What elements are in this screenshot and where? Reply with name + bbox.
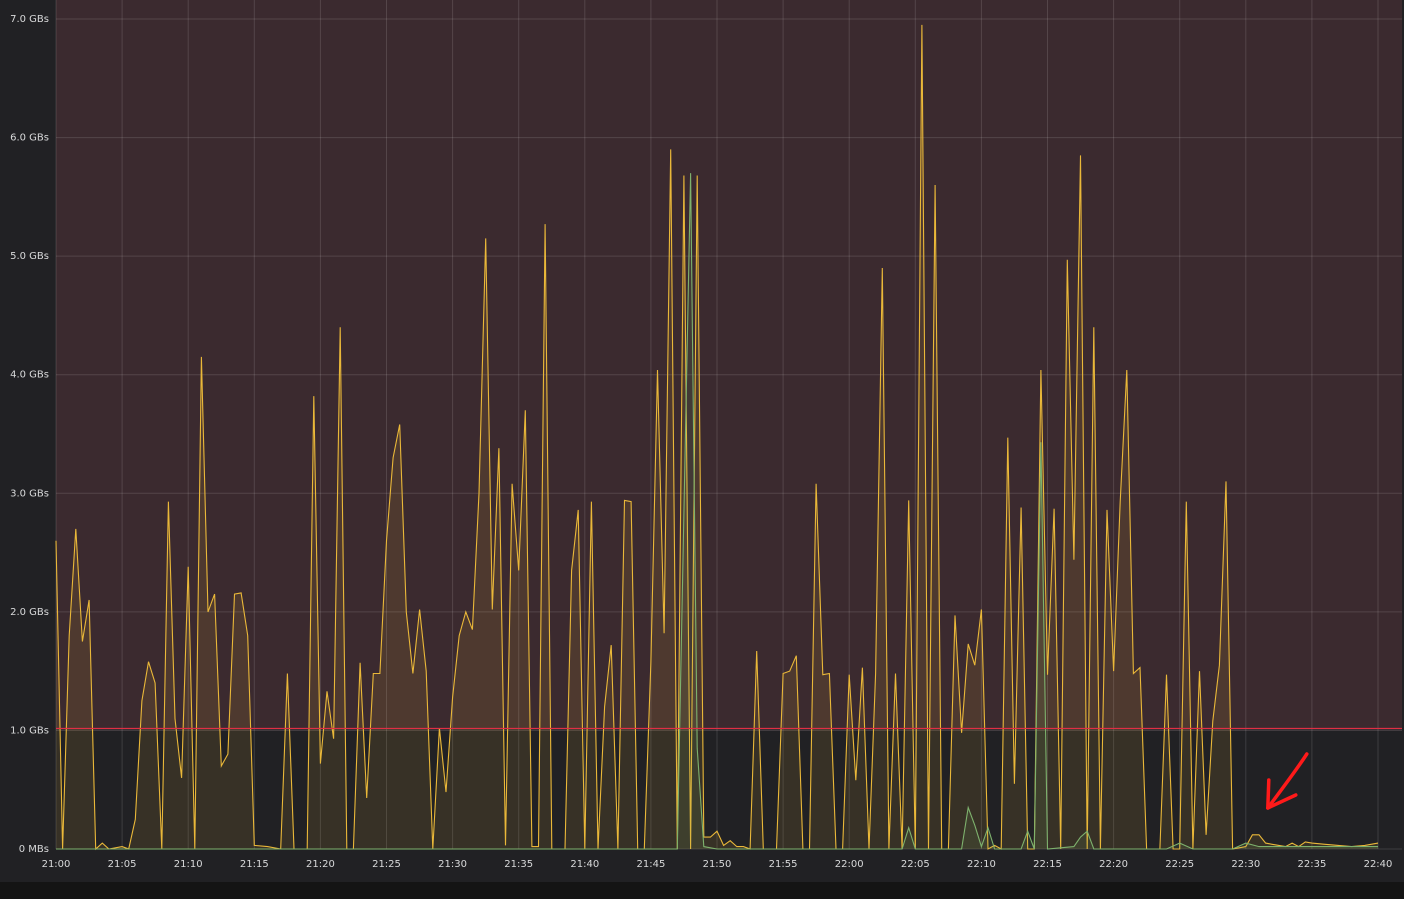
annotation-arrow — [1266, 752, 1309, 810]
x-tick-label: 21:55 — [769, 859, 798, 870]
x-tick-label: 22:25 — [1165, 859, 1194, 870]
bottom-strip — [0, 882, 1404, 899]
x-tick-label: 21:05 — [108, 859, 137, 870]
x-tick-label: 21:25 — [372, 859, 401, 870]
x-axis-tick-labels: 21:00 21:05 21:10 21:15 21:20 21:25 21:30 21:35… — [42, 859, 1393, 870]
x-tick-label: 22:00 — [835, 859, 864, 870]
y-tick-label: 2.0 GBs — [10, 607, 49, 618]
y-tick-label: 5.0 GBs — [10, 251, 49, 262]
x-tick-label: 22:40 — [1364, 859, 1393, 870]
x-tick-label: 22:35 — [1297, 859, 1326, 870]
graph-panel: 0 MBs 1.0 GBs 2.0 GBs 3.0 GBs 4.0 GBs 5.0 GBs… — [0, 0, 1404, 882]
x-tick-label: 21:10 — [174, 859, 203, 870]
x-tick-label: 21:40 — [570, 859, 599, 870]
x-tick-label: 21:35 — [504, 859, 533, 870]
y-tick-label: 0 MBs — [19, 844, 49, 855]
x-tick-label: 21:15 — [240, 859, 269, 870]
x-tick-label: 21:20 — [306, 859, 335, 870]
x-tick-label: 21:50 — [703, 859, 732, 870]
y-tick-label: 3.0 GBs — [10, 488, 49, 499]
x-tick-label: 21:45 — [636, 859, 665, 870]
y-tick-label: 7.0 GBs — [10, 14, 49, 25]
x-tick-label: 22:15 — [1033, 859, 1062, 870]
network-throughput-chart: 0 MBs 1.0 GBs 2.0 GBs 3.0 GBs 4.0 GBs 5.0 GBs… — [10, 0, 1402, 870]
x-tick-label: 21:00 — [42, 859, 71, 870]
x-tick-label: 22:30 — [1231, 859, 1260, 870]
x-tick-label: 21:30 — [438, 859, 467, 870]
y-tick-label: 1.0 GBs — [10, 725, 49, 736]
y-tick-label: 6.0 GBs — [10, 133, 49, 144]
threshold-critical-region — [56, 0, 1402, 731]
y-tick-label: 4.0 GBs — [10, 370, 49, 381]
x-tick-label: 22:05 — [901, 859, 930, 870]
y-axis-tick-labels: 0 MBs 1.0 GBs 2.0 GBs 3.0 GBs 4.0 GBs 5.0 GBs… — [10, 14, 49, 855]
x-tick-label: 22:20 — [1099, 859, 1128, 870]
x-tick-label: 22:10 — [967, 859, 996, 870]
